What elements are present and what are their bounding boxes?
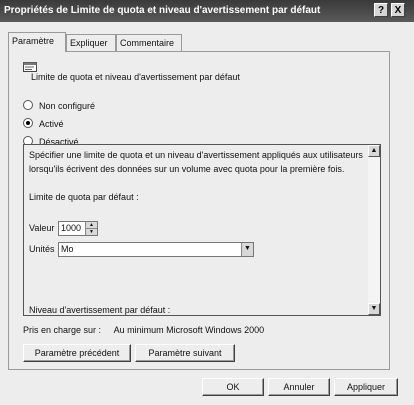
close-button[interactable]: X [391,3,405,17]
window-title: Propriétés de Limite de quota et niveau … [4,5,321,16]
tab-parametre[interactable]: Paramètre [8,32,66,52]
radio-button[interactable] [23,118,33,128]
spin-up-icon[interactable]: ▲ [86,222,97,229]
spinner-buttons[interactable]: ▲ ▼ [85,222,97,235]
title-bar: Propriétés de Limite de quota et niveau … [0,0,414,22]
units-label: Unités [29,244,55,254]
policy-name: Limite de quota et niveau d'avertissemen… [31,72,240,82]
value-input[interactable]: 1000 [61,223,81,233]
quota-limit-heading: Limite de quota par défaut : [29,192,139,202]
options-scrollbar[interactable]: ▲ ▼ [368,145,380,315]
supported-on: Pris en charge sur : Au minimum Microsof… [23,325,264,335]
supported-on-label: Pris en charge sur : [23,325,102,335]
cancel-button[interactable]: Annuler [268,378,330,396]
radio-label: Activé [39,119,64,129]
value-label: Valeur [29,223,55,233]
dialog-body: Paramètre Expliquer Commentaire Limite d… [0,22,414,405]
options-content: Spécifier une limite de quota et un nive… [29,148,364,204]
description-text: Spécifier une limite de quota et un nive… [29,150,363,160]
options-box[interactable]: Spécifier une limite de quota et un nive… [23,144,381,316]
units-dropdown[interactable]: Mo ▼ [58,242,254,257]
supported-on-value: Au minimum Microsoft Windows 2000 [113,325,265,335]
radio-label: Non configuré [39,101,96,111]
scroll-down-icon[interactable]: ▼ [368,303,380,315]
previous-setting-button[interactable]: Paramètre précédent [23,344,131,362]
help-button[interactable]: ? [374,3,388,17]
radio-not-configured[interactable]: Non configuré [23,100,95,111]
settings-panel: Limite de quota et niveau d'avertissemen… [8,51,390,370]
scroll-up-icon[interactable]: ▲ [368,145,380,157]
chevron-down-icon[interactable]: ▼ [241,243,253,256]
next-setting-button[interactable]: Paramètre suivant [135,344,235,362]
apply-button[interactable]: Appliquer [334,378,398,396]
warning-level-heading: Niveau d'avertissement par défaut : [29,305,171,315]
ok-button[interactable]: OK [202,378,264,396]
radio-enabled[interactable]: Activé [23,118,64,129]
tab-expliquer[interactable]: Expliquer [66,34,116,51]
value-spinner[interactable]: 1000 ▲ ▼ [58,221,98,236]
radio-button[interactable] [23,100,33,110]
tab-commentaire[interactable]: Commentaire [116,34,182,51]
spin-down-icon[interactable]: ▼ [86,229,97,235]
units-value: Mo [61,244,74,254]
description-text: lorsqu'ils écrivent des données sur un v… [29,164,345,174]
